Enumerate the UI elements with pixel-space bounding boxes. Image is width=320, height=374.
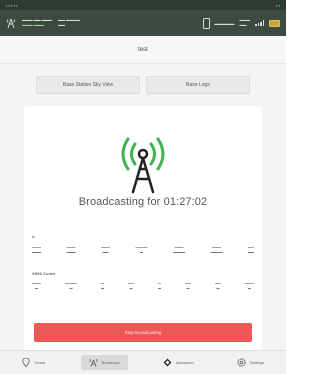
- title-bar: test: [0, 36, 286, 64]
- gear-icon: [237, 358, 246, 367]
- gnss-cell: ▬ ▬: [101, 281, 104, 290]
- device-name-text: ▬▬▬▬▬: [214, 20, 235, 26]
- gnss-cell: ▬▬▬ ▬: [32, 281, 41, 290]
- position-cell: ▬▬▬▬▬: [101, 245, 110, 254]
- os-status-bar: ▪ ▪ ▪ ▪ ▪ ▪ ▪: [0, 0, 286, 10]
- nav-item-advanced[interactable]: Advanced: [155, 355, 202, 370]
- antenna-icon: [89, 358, 98, 367]
- position-cell: ▬▬▬ ▬▬▬▬: [173, 245, 185, 254]
- position-grid: ▬▬▬ ▬▬▬ ▬▬▬ ▬▬▬ ▬▬▬ ▬▬ ▬▬▬▬ ▬ ▬▬▬ ▬▬▬▬ ▬▬▬ ▬▬▬…: [32, 245, 254, 255]
- stop-broadcasting-button[interactable]: Stop Broadcasting: [34, 323, 252, 342]
- advanced-icon: [163, 358, 172, 367]
- nav-label: Broadcast: [101, 360, 120, 365]
- gnss-cell: ▬ ▬: [158, 281, 161, 290]
- app-screen: test Base Station Sky View Base Logs Bro…: [0, 36, 286, 374]
- network-status-block: ▬▬▬ ▬▬: [240, 18, 251, 28]
- position-section-label: A: [32, 235, 35, 239]
- page-title: test: [138, 46, 148, 53]
- app-status-header: ▬▬▬ ▬▬ ▬▬▬ ▬▬▬ ▬▬▬ ▬▬ ▬▬▬▬ ▬▬ ▬▬▬▬▬ ▬▬▬ …: [0, 10, 286, 36]
- phone-icon: [202, 17, 210, 29]
- antenna-status-icon: [6, 17, 16, 29]
- gnss-substatus-line: ▬▬: [57, 23, 65, 27]
- gnss-status-block: ▬▬ ▬▬▬▬ ▬▬: [58, 18, 80, 28]
- bottom-nav: Home Broadcast Advanced Settings: [0, 350, 286, 374]
- gnss-section-label: GNSS Control: [32, 272, 56, 276]
- gnss-cell: ▬▬ ▬: [128, 281, 134, 290]
- map-pin-icon: [22, 358, 31, 367]
- gnss-cell: ▬▬ ▬: [215, 281, 221, 290]
- position-cell: ▬▬▬ ▬▬▬: [32, 245, 41, 254]
- os-status-right: ▪ ▪: [276, 2, 280, 8]
- tab-base-logs[interactable]: Base Logs: [146, 76, 250, 94]
- position-cell: ▬▬ ▬▬: [248, 245, 254, 254]
- os-status-left: ▪ ▪ ▪ ▪ ▪: [6, 2, 18, 8]
- battery-icon: [269, 19, 280, 27]
- nav-item-home[interactable]: Home: [14, 355, 54, 370]
- signal-strength-icon: [255, 20, 264, 26]
- gnss-cell: ▬▬ ▬: [185, 281, 191, 290]
- receiver-substatus-line: ▬▬▬ ▬▬▬: [22, 23, 44, 27]
- nav-item-broadcast[interactable]: Broadcast: [80, 355, 128, 370]
- position-cell: ▬▬▬ ▬▬▬: [66, 245, 76, 254]
- nav-label: Home: [34, 360, 46, 365]
- broadcast-tower-icon: [121, 137, 165, 194]
- nav-label: Settings: [249, 360, 265, 365]
- position-cell: ▬▬▬ ▬▬▬▬: [210, 245, 223, 254]
- position-cell: ▬▬▬▬▬: [135, 245, 148, 254]
- view-tabs: Base Station Sky View Base Logs: [36, 76, 250, 94]
- device-frame: ▪ ▪ ▪ ▪ ▪ ▪ ▪ ▬▬▬ ▬▬ ▬▬▬ ▬▬▬ ▬▬▬ ▬▬ ▬▬▬▬…: [0, 0, 286, 374]
- receiver-status-block: ▬▬▬ ▬▬ ▬▬▬ ▬▬▬ ▬▬▬: [22, 18, 52, 28]
- broadcast-card: Broadcasting for 01:27:02 A ▬▬▬ ▬▬▬ ▬▬▬ ▬▬…: [24, 106, 262, 360]
- network-substatus-line: ▬▬: [239, 23, 247, 27]
- nav-label: Advanced: [175, 360, 194, 365]
- nav-item-settings[interactable]: Settings: [229, 355, 272, 370]
- gnss-cell: ▬▬▬▬ ▬: [65, 281, 77, 290]
- gnss-grid: ▬▬▬ ▬ ▬▬▬▬ ▬ ▬ ▬ ▬▬ ▬ ▬ ▬ ▬▬ ▬ ▬▬ ▬ ▬▬▬ ▬: [32, 281, 254, 291]
- gnss-cell: ▬▬▬ ▬: [245, 281, 254, 290]
- broadcast-status-text: Broadcasting for 01:27:02: [78, 196, 208, 208]
- tab-base-station-sky-view[interactable]: Base Station Sky View: [36, 76, 140, 94]
